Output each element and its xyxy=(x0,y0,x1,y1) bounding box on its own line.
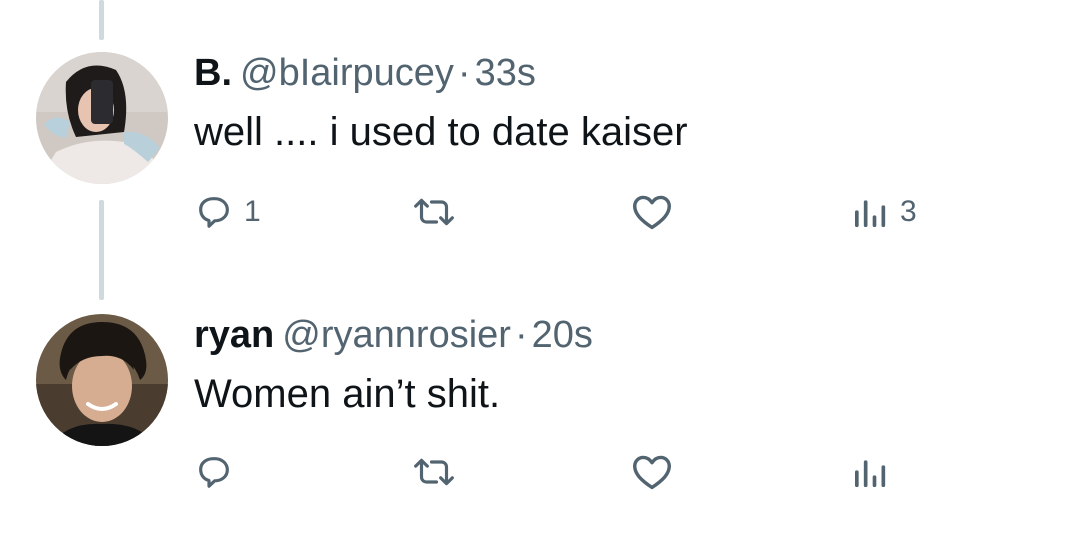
display-name[interactable]: ryan xyxy=(194,314,274,356)
display-name[interactable]: B. xyxy=(194,52,232,94)
timestamp[interactable]: 33s xyxy=(475,52,536,94)
avatar[interactable] xyxy=(36,52,168,184)
reply-icon xyxy=(194,192,234,232)
separator-dot: · xyxy=(514,314,528,356)
thread-line-middle xyxy=(99,200,104,300)
reply-button[interactable] xyxy=(194,450,244,494)
views-icon xyxy=(850,452,890,492)
timestamp[interactable]: 20s xyxy=(532,314,593,356)
separator-dot: · xyxy=(457,52,471,94)
views-count: 3 xyxy=(900,195,917,228)
like-button[interactable] xyxy=(630,450,684,494)
reply-icon xyxy=(194,452,234,492)
retweet-button[interactable] xyxy=(410,450,468,494)
heart-icon xyxy=(630,452,674,492)
heart-icon xyxy=(630,192,674,232)
retweet-icon xyxy=(410,452,458,492)
tweet-header: B. @bIairpucey · 33s xyxy=(194,50,536,96)
reply-button[interactable]: 1 xyxy=(194,190,261,234)
user-handle[interactable]: @bIairpucey xyxy=(240,52,454,94)
avatar[interactable] xyxy=(36,314,168,446)
views-icon xyxy=(850,192,890,232)
like-button[interactable] xyxy=(630,190,684,234)
tweet-header: ryan @ryannrosier · 20s xyxy=(194,312,593,358)
views-button[interactable]: 3 xyxy=(850,190,917,234)
retweet-icon xyxy=(410,192,458,232)
reply-count: 1 xyxy=(244,195,261,228)
retweet-button[interactable] xyxy=(410,190,468,234)
views-button[interactable] xyxy=(850,450,900,494)
tweet-text: Women ain’t shit. xyxy=(194,372,501,416)
tweet-text: well .... i used to date kaiser xyxy=(194,110,688,154)
user-handle[interactable]: @ryannrosier xyxy=(282,314,511,356)
thread-line-top xyxy=(99,0,104,40)
